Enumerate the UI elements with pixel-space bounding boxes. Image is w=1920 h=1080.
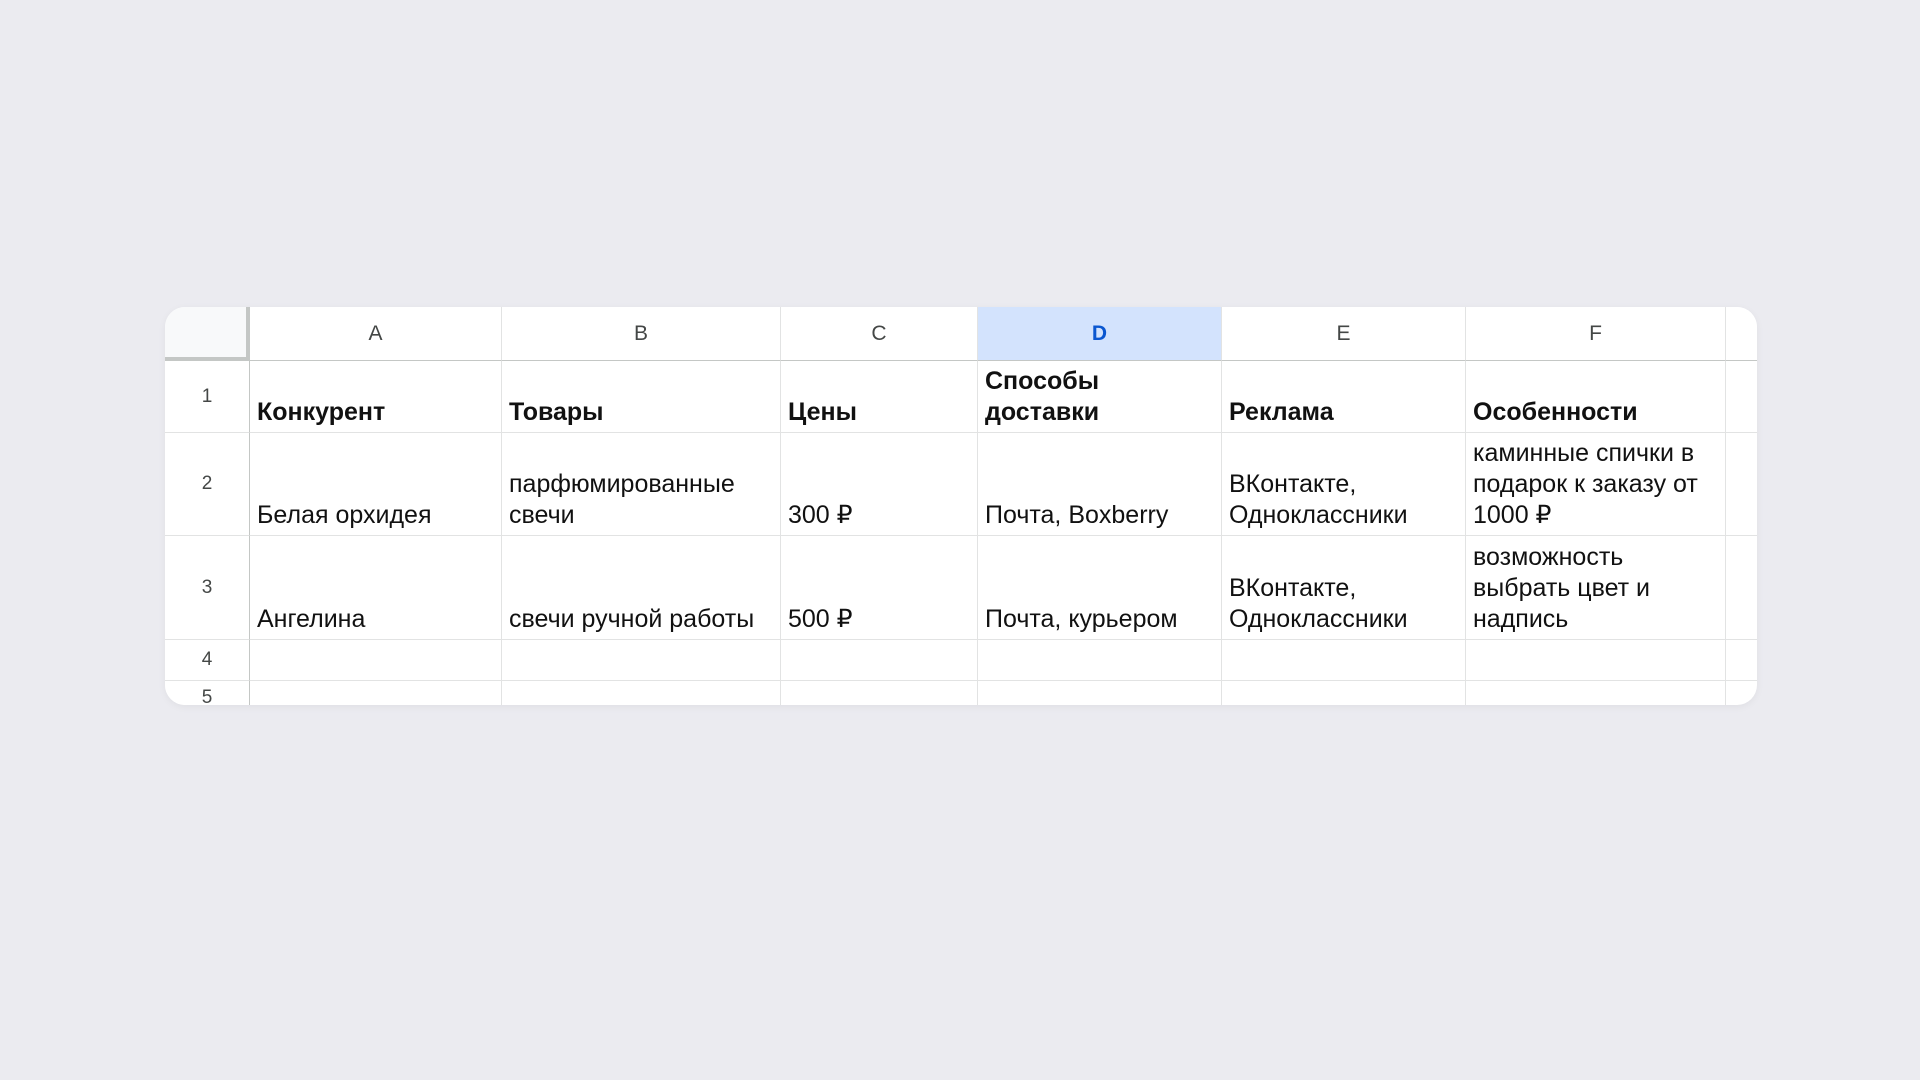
cell-f2[interactable]: каминные спички в подарок к заказу от 10… (1466, 433, 1726, 536)
cell-f1-text: Особенности (1473, 398, 1638, 426)
cell-a1-text: Конкурент (257, 398, 386, 426)
cell-g4[interactable] (1726, 640, 1757, 681)
cell-b1[interactable]: Товары (502, 361, 781, 433)
cell-f3[interactable]: возможность выбрать цвет и надпись (1466, 536, 1726, 640)
cell-e3-text: ВКонтакте, Одноклассники (1229, 574, 1408, 633)
sheet-grid: A B C D E F 1 Конкурент Товары Цены Спос… (165, 307, 1757, 705)
cell-d2[interactable]: Почта, Boxberry (978, 433, 1222, 536)
cell-g3[interactable] (1726, 536, 1757, 640)
cell-c2[interactable]: 300 ₽ (781, 433, 978, 536)
cell-a5[interactable] (250, 681, 502, 705)
row-header-5-label: 5 (201, 687, 213, 705)
spreadsheet: A B C D E F 1 Конкурент Товары Цены Спос… (165, 307, 1757, 705)
cell-f2-text: каминные спички в подарок к заказу от 10… (1473, 439, 1698, 529)
cell-f3-text: возможность выбрать цвет и надпись (1473, 543, 1651, 633)
row-header-4[interactable]: 4 (165, 640, 250, 681)
cell-b3-text: свечи ручной работы (509, 605, 755, 633)
row-header-5[interactable]: 5 (165, 681, 250, 705)
cell-c3-text: 500 ₽ (788, 605, 853, 633)
cell-a4[interactable] (250, 640, 502, 681)
cell-c1[interactable]: Цены (781, 361, 978, 433)
column-header-g-partial[interactable] (1726, 307, 1757, 361)
cell-d5[interactable] (978, 681, 1222, 705)
column-header-a[interactable]: A (250, 307, 502, 361)
cell-a2-text: Белая орхидея (257, 501, 432, 529)
cell-c3[interactable]: 500 ₽ (781, 536, 978, 640)
cell-g2[interactable] (1726, 433, 1757, 536)
cell-b4[interactable] (502, 640, 781, 681)
cell-a2[interactable]: Белая орхидея (250, 433, 502, 536)
row-header-2[interactable]: 2 (165, 433, 250, 536)
cell-f5[interactable] (1466, 681, 1726, 705)
column-header-b[interactable]: B (502, 307, 781, 361)
cell-b1-text: Товары (509, 398, 604, 426)
cell-c2-text: 300 ₽ (788, 501, 853, 529)
cell-c1-text: Цены (788, 398, 857, 426)
cell-d1-text: Способы доставки (985, 367, 1100, 426)
cell-g1[interactable] (1726, 361, 1757, 433)
cell-d3-text: Почта, курьером (985, 605, 1178, 633)
cell-e4[interactable] (1222, 640, 1466, 681)
column-header-f[interactable]: F (1466, 307, 1726, 361)
column-header-d[interactable]: D (978, 307, 1222, 361)
cell-e2[interactable]: ВКонтакте, Одноклассники (1222, 433, 1466, 536)
cell-b2[interactable]: парфюмированные свечи (502, 433, 781, 536)
cell-a3[interactable]: Ангелина (250, 536, 502, 640)
cell-d2-text: Почта, Boxberry (985, 501, 1169, 529)
cell-g5[interactable] (1726, 681, 1757, 705)
cell-d3[interactable]: Почта, курьером (978, 536, 1222, 640)
cell-f4[interactable] (1466, 640, 1726, 681)
cell-e2-text: ВКонтакте, Одноклассники (1229, 470, 1408, 529)
cell-b5[interactable] (502, 681, 781, 705)
cell-b3[interactable]: свечи ручной работы (502, 536, 781, 640)
column-header-c[interactable]: C (781, 307, 978, 361)
column-header-e[interactable]: E (1222, 307, 1466, 361)
cell-e1[interactable]: Реклама (1222, 361, 1466, 433)
select-all-corner[interactable] (165, 307, 250, 361)
cell-b2-text: парфюмированные свечи (509, 470, 735, 529)
cell-e5[interactable] (1222, 681, 1466, 705)
cell-c4[interactable] (781, 640, 978, 681)
cell-f1[interactable]: Особенности (1466, 361, 1726, 433)
cell-c5[interactable] (781, 681, 978, 705)
row-header-3[interactable]: 3 (165, 536, 250, 640)
cell-a1[interactable]: Конкурент (250, 361, 502, 433)
row-header-1[interactable]: 1 (165, 361, 250, 433)
cell-a3-text: Ангелина (257, 605, 366, 633)
cell-d4[interactable] (978, 640, 1222, 681)
cell-d1[interactable]: Способы доставки (978, 361, 1222, 433)
cell-e1-text: Реклама (1229, 398, 1334, 426)
cell-e3[interactable]: ВКонтакте, Одноклассники (1222, 536, 1466, 640)
